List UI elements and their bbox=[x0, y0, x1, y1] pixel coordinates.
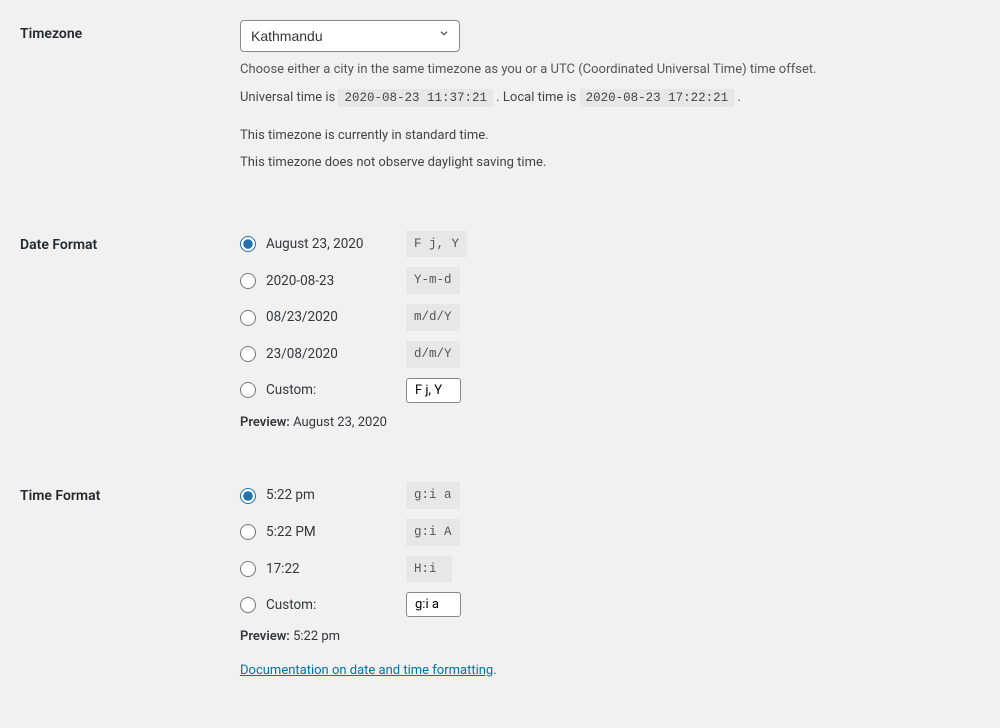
date-option-1: 2020-08-23 Y-m-d bbox=[240, 267, 980, 294]
timezone-dst-note: This timezone does not observe daylight … bbox=[240, 153, 980, 173]
time-radio-custom[interactable] bbox=[240, 597, 256, 613]
divider bbox=[20, 201, 980, 231]
timezone-select-wrap: Kathmandu bbox=[240, 20, 460, 52]
date-fmt-3: d/m/Y bbox=[406, 341, 460, 368]
date-preview: Preview: August 23, 2020 bbox=[240, 413, 980, 433]
universal-prefix: Universal time is bbox=[240, 90, 338, 105]
time-custom-label: Custom: bbox=[266, 595, 396, 615]
time-option-1: 5:22 PM g:i A bbox=[240, 519, 980, 546]
row-time-format: Time Format 5:22 pm g:i a 5:22 PM g:i A … bbox=[20, 482, 980, 688]
date-label-2: 08/23/2020 bbox=[266, 307, 396, 327]
date-option-0: August 23, 2020 F j, Y bbox=[240, 231, 980, 258]
label-timezone: Timezone bbox=[20, 20, 240, 181]
time-label-0: 5:22 pm bbox=[266, 485, 396, 505]
time-fmt-0: g:i a bbox=[406, 482, 460, 509]
time-suffix: . bbox=[737, 90, 740, 105]
date-radio-2[interactable] bbox=[240, 310, 256, 326]
universal-time: 2020-08-23 11:37:21 bbox=[338, 89, 493, 107]
time-radio-2[interactable] bbox=[240, 561, 256, 577]
time-radio-1[interactable] bbox=[240, 524, 256, 540]
date-fmt-0: F j, Y bbox=[406, 231, 467, 258]
timezone-times: Universal time is 2020-08-23 11:37:21 . … bbox=[240, 88, 980, 108]
date-option-custom: Custom: bbox=[240, 378, 980, 403]
time-custom-input[interactable] bbox=[406, 592, 461, 617]
general-settings-form: Timezone Kathmandu Choose either a city … bbox=[20, 20, 980, 688]
date-fmt-1: Y-m-d bbox=[406, 267, 460, 294]
date-radio-1[interactable] bbox=[240, 273, 256, 289]
time-fmt-2: H:i bbox=[406, 556, 452, 583]
doc-link-period: . bbox=[493, 663, 496, 678]
content-date-format: August 23, 2020 F j, Y 2020-08-23 Y-m-d … bbox=[240, 231, 980, 433]
time-option-2: 17:22 H:i bbox=[240, 556, 980, 583]
time-label-1: 5:22 PM bbox=[266, 522, 396, 542]
date-preview-label: Preview: bbox=[240, 415, 290, 430]
date-option-3: 23/08/2020 d/m/Y bbox=[240, 341, 980, 368]
time-option-0: 5:22 pm g:i a bbox=[240, 482, 980, 509]
label-time-format: Time Format bbox=[20, 482, 240, 688]
date-label-1: 2020-08-23 bbox=[266, 271, 396, 291]
date-radio-3[interactable] bbox=[240, 346, 256, 362]
time-label-2: 17:22 bbox=[266, 559, 396, 579]
content-time-format: 5:22 pm g:i a 5:22 PM g:i A 17:22 H:i Cu… bbox=[240, 482, 980, 688]
time-preview-value: 5:22 pm bbox=[293, 629, 340, 644]
time-radio-0[interactable] bbox=[240, 488, 256, 504]
date-radio-custom[interactable] bbox=[240, 382, 256, 398]
date-label-0: August 23, 2020 bbox=[266, 234, 396, 254]
date-preview-value: August 23, 2020 bbox=[293, 415, 387, 430]
time-preview: Preview: 5:22 pm bbox=[240, 627, 980, 647]
timezone-help: Choose either a city in the same timezon… bbox=[240, 60, 980, 80]
row-timezone: Timezone Kathmandu Choose either a city … bbox=[20, 20, 980, 181]
date-custom-label: Custom: bbox=[266, 380, 396, 400]
timezone-standard-note: This timezone is currently in standard t… bbox=[240, 126, 980, 146]
time-preview-label: Preview: bbox=[240, 629, 290, 644]
label-date-format: Date Format bbox=[20, 231, 240, 433]
date-custom-input[interactable] bbox=[406, 378, 461, 403]
divider bbox=[20, 452, 980, 482]
doc-link-line: Documentation on date and time formattin… bbox=[240, 661, 980, 681]
local-time: 2020-08-23 17:22:21 bbox=[580, 89, 735, 107]
date-radio-0[interactable] bbox=[240, 236, 256, 252]
time-fmt-1: g:i A bbox=[406, 519, 460, 546]
timezone-select[interactable]: Kathmandu bbox=[240, 20, 460, 52]
time-option-custom: Custom: bbox=[240, 592, 980, 617]
date-option-2: 08/23/2020 m/d/Y bbox=[240, 304, 980, 331]
row-date-format: Date Format August 23, 2020 F j, Y 2020-… bbox=[20, 231, 980, 433]
doc-link[interactable]: Documentation on date and time formattin… bbox=[240, 663, 493, 678]
date-fmt-2: m/d/Y bbox=[406, 304, 460, 331]
local-prefix: . Local time is bbox=[496, 90, 579, 105]
content-timezone: Kathmandu Choose either a city in the sa… bbox=[240, 20, 980, 181]
date-label-3: 23/08/2020 bbox=[266, 344, 396, 364]
